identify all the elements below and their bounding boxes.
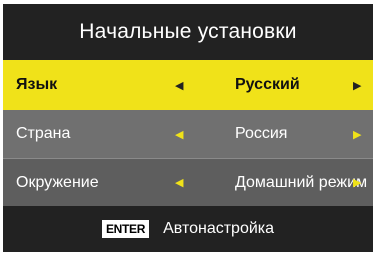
arrow-left-icon[interactable]: ◀ — [175, 79, 183, 92]
language-value: Русский — [235, 76, 300, 93]
footer-bar: ENTER Автонастройка — [3, 206, 373, 252]
language-label: Язык — [16, 76, 58, 93]
country-label: Страна — [16, 125, 71, 142]
arrow-right-icon[interactable]: ▶ — [353, 128, 361, 141]
menu-title: Начальные установки — [79, 20, 297, 43]
arrow-left-icon[interactable]: ◀ — [175, 176, 183, 189]
menu-title-bar: Начальные установки — [3, 4, 373, 60]
menu-item-country[interactable]: Страна ◀ Россия ▶ — [3, 110, 373, 158]
auto-setup-label[interactable]: Автонастройка — [163, 220, 274, 238]
menu-item-environment[interactable]: Окружение ◀ Домашний режим ▶ — [3, 158, 373, 206]
environment-value: Домашний режим — [235, 173, 368, 191]
setup-menu: Начальные установки Язык ◀ Русский ▶ Стр… — [3, 4, 373, 252]
country-value: Россия — [235, 125, 288, 142]
menu-item-language[interactable]: Язык ◀ Русский ▶ — [3, 60, 373, 110]
arrow-left-icon[interactable]: ◀ — [175, 128, 183, 141]
arrow-right-icon[interactable]: ▶ — [353, 176, 361, 189]
environment-label: Окружение — [16, 173, 99, 191]
arrow-right-icon[interactable]: ▶ — [353, 79, 361, 92]
enter-key-badge[interactable]: ENTER — [101, 220, 150, 238]
